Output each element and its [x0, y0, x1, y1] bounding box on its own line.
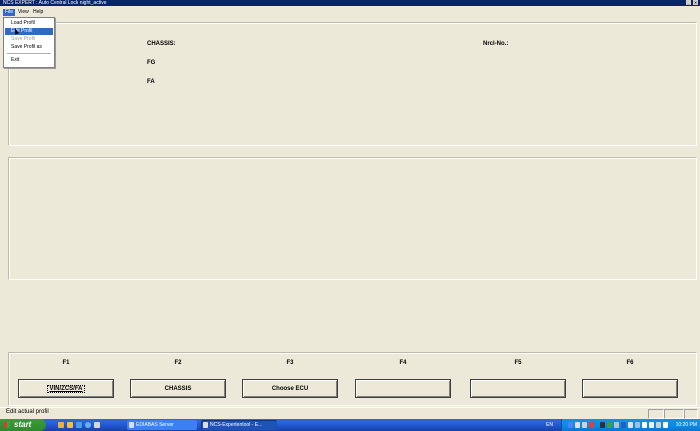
task-label: EDIABAS Server: [136, 422, 174, 428]
vehicle-info-panel: [8, 22, 697, 146]
fg-label: FG: [147, 60, 156, 66]
quicklaunch-media-icon[interactable]: [76, 422, 82, 428]
menu-bar: File View Help: [0, 8, 700, 17]
f4-button[interactable]: [355, 379, 451, 398]
menu-help[interactable]: Help: [31, 9, 45, 16]
fkey-label-f3: F3: [286, 360, 294, 366]
quicklaunch-folder-icon[interactable]: [58, 422, 64, 428]
status-segment: [648, 409, 664, 419]
title-bar: NCS EXPERT : Auto Central Lock night_act…: [0, 0, 700, 6]
f3-choose-ecu-button[interactable]: Choose ECU: [242, 379, 338, 398]
fkey-label-f5: F5: [514, 360, 522, 366]
windows-flag-icon: [4, 422, 10, 428]
tray-volume-icon[interactable]: [649, 422, 654, 428]
task-ncs-expertentool[interactable]: NCS-Expertentool - E...: [201, 420, 277, 430]
status-segment: [684, 409, 698, 419]
f1-vin-zcs-fa-button[interactable]: VIN/ZCS/FA: [18, 379, 114, 398]
menu-file[interactable]: File: [3, 9, 16, 16]
tray-shield-icon[interactable]: [582, 422, 587, 428]
tray-app-icon[interactable]: [621, 422, 626, 428]
app-icon: [203, 422, 208, 428]
menu-item-save-profil[interactable]: Save Profil: [5, 36, 53, 43]
fkey-label-f4: F4: [399, 360, 407, 366]
tray-app-icon[interactable]: [635, 422, 640, 428]
system-tray: 10:20 PM: [561, 419, 700, 431]
app-icon: [129, 422, 134, 428]
tray-app-icon[interactable]: [642, 422, 647, 428]
task-label: NCS-Expertentool - E...: [210, 422, 263, 428]
fkey-label-f1: F1: [62, 360, 70, 366]
tray-app-icon[interactable]: [614, 422, 619, 428]
f6-button[interactable]: [582, 379, 678, 398]
quicklaunch-explorer-icon[interactable]: [67, 422, 73, 428]
tray-network-icon[interactable]: [575, 422, 580, 428]
fa-label: FA: [147, 79, 155, 85]
status-text: Edit actual profil: [6, 409, 49, 415]
quicklaunch-ie-icon[interactable]: [85, 422, 91, 428]
output-panel: [8, 157, 697, 280]
fkey-label-f6: F6: [626, 360, 634, 366]
tray-app-icon[interactable]: [607, 422, 612, 428]
menu-view[interactable]: View: [16, 9, 31, 16]
start-button[interactable]: start: [0, 419, 46, 431]
tray-app-icon[interactable]: [628, 422, 633, 428]
chassis-label: CHASSIS:: [147, 41, 176, 47]
start-label: start: [14, 420, 32, 429]
fkey-label-f2: F2: [174, 360, 182, 366]
f1-button-label: VIN/ZCS/FA: [47, 385, 85, 393]
language-indicator[interactable]: EN: [546, 419, 553, 431]
minimize-button[interactable]: _: [686, 0, 691, 5]
status-bar: Edit actual profil: [0, 407, 700, 419]
tray-app-icon[interactable]: [600, 422, 605, 428]
menu-item-load-profil[interactable]: Load Profil: [5, 20, 53, 27]
close-button[interactable]: ✕: [693, 0, 698, 5]
quicklaunch-desktop-icon[interactable]: [94, 422, 100, 428]
status-segment: [664, 409, 684, 419]
task-ediabas-server[interactable]: EDIABAS Server: [127, 420, 197, 430]
menu-item-save-profil-as[interactable]: Save Profil as: [5, 44, 53, 51]
menu-separator: [7, 53, 51, 54]
tray-app-icon[interactable]: [656, 422, 661, 428]
tray-antivirus-icon[interactable]: [589, 422, 594, 428]
ncsl-number-label: Nrcl-No.:: [483, 41, 509, 47]
f5-button[interactable]: [470, 379, 566, 398]
window-title: NCS EXPERT : Auto Central Lock night_act…: [3, 0, 107, 6]
tray-app-icon[interactable]: [663, 422, 668, 428]
clock[interactable]: 10:20 PM: [676, 419, 697, 431]
file-menu-dropdown: Load Profil Edit Profil Save Profil Save…: [3, 17, 55, 68]
f2-chassis-button[interactable]: CHASSIS: [130, 379, 226, 398]
tray-bluetooth-icon[interactable]: [568, 422, 573, 428]
taskbar: start EDIABAS Server NCS-Expertentool - …: [0, 419, 700, 431]
menu-item-exit[interactable]: Exit: [5, 57, 53, 64]
